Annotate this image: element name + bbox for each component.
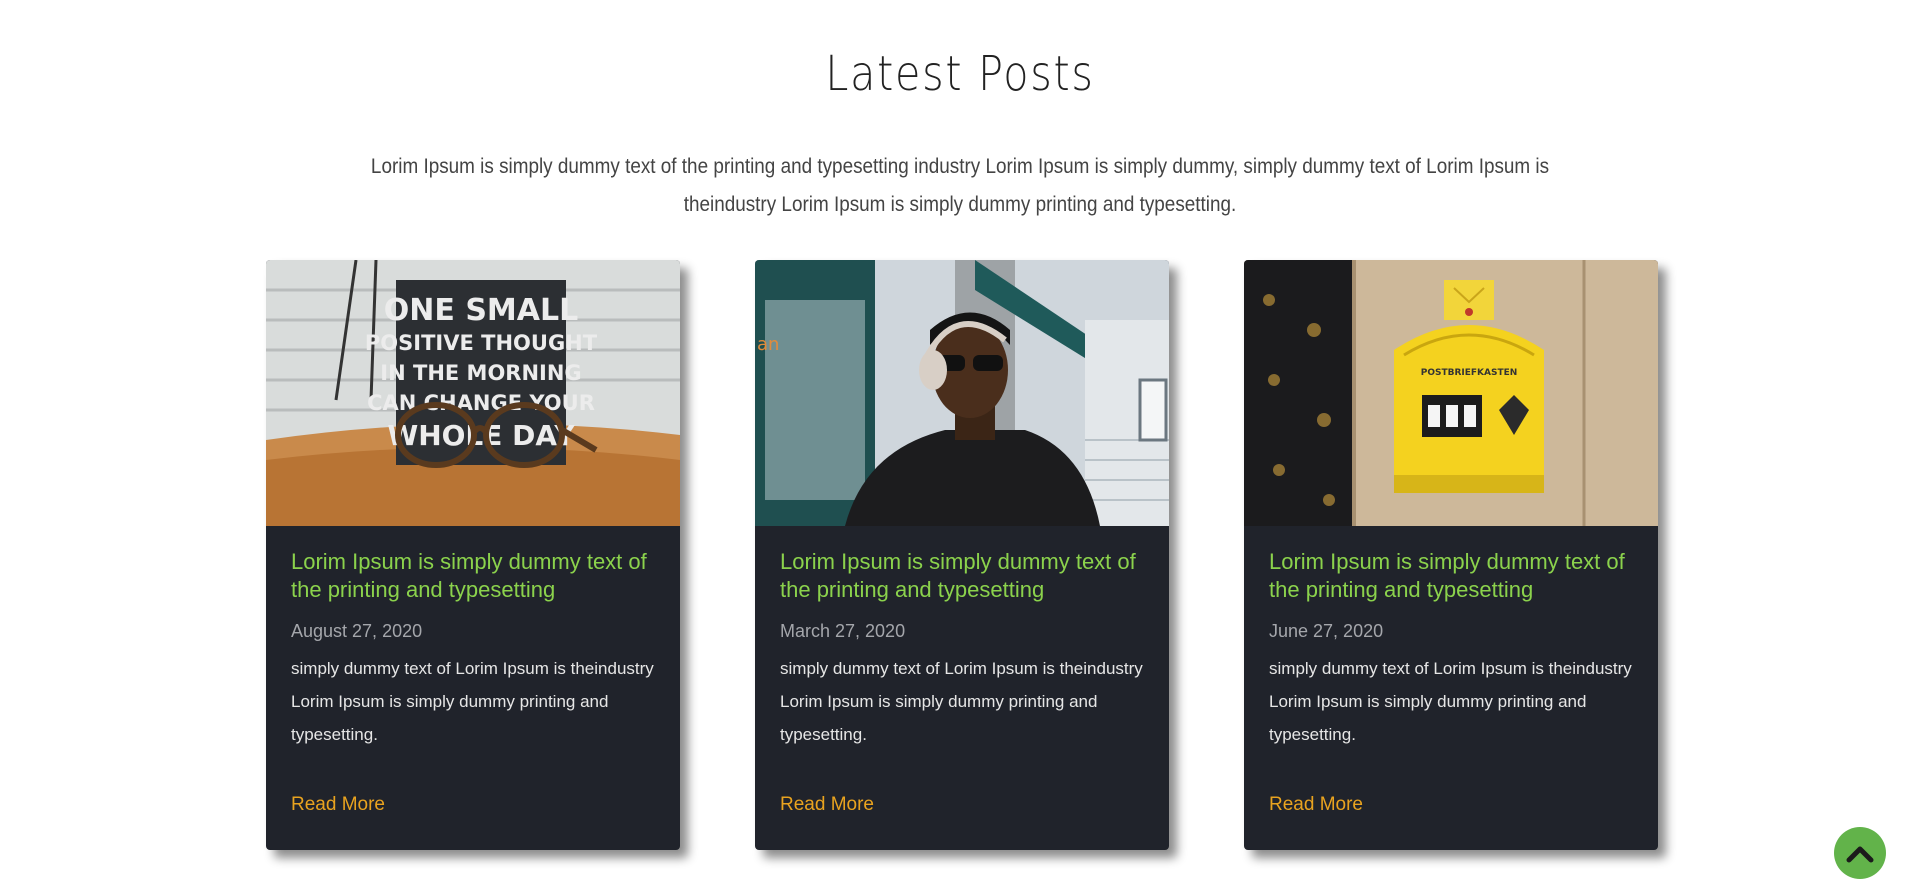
svg-text:CAN CHANGE YOUR: CAN CHANGE YOUR — [367, 391, 595, 415]
post-excerpt: simply dummy text of Lorim Ipsum is thei… — [1269, 659, 1632, 744]
post-excerpt: simply dummy text of Lorim Ipsum is thei… — [780, 659, 1143, 744]
post-title[interactable]: Lorim Ipsum is simply dummy text of the … — [780, 548, 1145, 604]
post-date: June 27, 2020 — [1269, 621, 1384, 641]
chevron-up-icon — [1846, 846, 1874, 863]
post-image[interactable]: POSTBRIEFKASTEN — [1244, 260, 1658, 526]
svg-text:an: an — [757, 334, 779, 355]
read-more-link[interactable]: Read More — [291, 794, 385, 816]
svg-text:WHOLE DAY: WHOLE DAY — [387, 419, 575, 452]
post-card: an Lorim Ipsum is simply dummy text of t… — [755, 260, 1169, 850]
section-intro: Lorim Ipsum is simply dummy text of the … — [370, 155, 1550, 216]
read-more-link[interactable]: Read More — [1269, 794, 1363, 816]
post-card: ONE SMALL POSITIVE THOUGHT IN THE MORNIN… — [266, 260, 680, 850]
scroll-to-top-button[interactable] — [1834, 827, 1886, 879]
section-title: Latest Posts — [825, 46, 1095, 102]
post-title[interactable]: Lorim Ipsum is simply dummy text of the … — [291, 548, 656, 604]
post-date: August 27, 2020 — [291, 621, 423, 641]
read-more-link[interactable]: Read More — [780, 794, 874, 816]
post-title[interactable]: Lorim Ipsum is simply dummy text of the … — [1269, 548, 1634, 604]
post-card: POSTBRIEFKASTEN Lorim Ipsum is simply du… — [1244, 260, 1658, 850]
posts-grid: ONE SMALL POSITIVE THOUGHT IN THE MORNIN… — [266, 260, 1658, 850]
svg-text:POSTBRIEFKASTEN: POSTBRIEFKASTEN — [1421, 368, 1518, 378]
svg-text:IN THE MORNING: IN THE MORNING — [380, 361, 581, 385]
svg-text:POSITIVE THOUGHT: POSITIVE THOUGHT — [365, 331, 598, 355]
post-image[interactable]: ONE SMALL POSITIVE THOUGHT IN THE MORNIN… — [266, 260, 680, 526]
post-image[interactable]: an — [755, 260, 1169, 526]
post-excerpt: simply dummy text of Lorim Ipsum is thei… — [291, 659, 654, 744]
post-date: March 27, 2020 — [780, 621, 906, 641]
svg-text:ONE SMALL: ONE SMALL — [384, 293, 578, 328]
